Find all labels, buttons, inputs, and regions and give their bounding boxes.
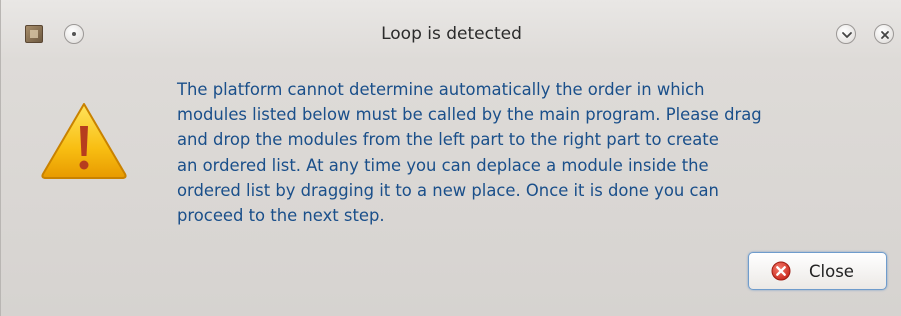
close-button-label: Close xyxy=(809,262,854,281)
chevron-down-icon xyxy=(842,32,852,38)
minimize-button[interactable] xyxy=(836,24,856,44)
close-circle-icon xyxy=(771,261,791,281)
window-title: Loop is detected xyxy=(381,24,522,44)
dialog-window: Loop is detected The platform cannot det… xyxy=(0,0,901,316)
titlebar[interactable]: Loop is detected xyxy=(1,0,901,56)
close-icon xyxy=(881,31,889,39)
close-button[interactable]: Close xyxy=(748,252,887,290)
message-text: The platform cannot determine automatica… xyxy=(177,80,762,226)
close-window-button[interactable] xyxy=(874,24,894,44)
warning-icon xyxy=(41,103,127,179)
